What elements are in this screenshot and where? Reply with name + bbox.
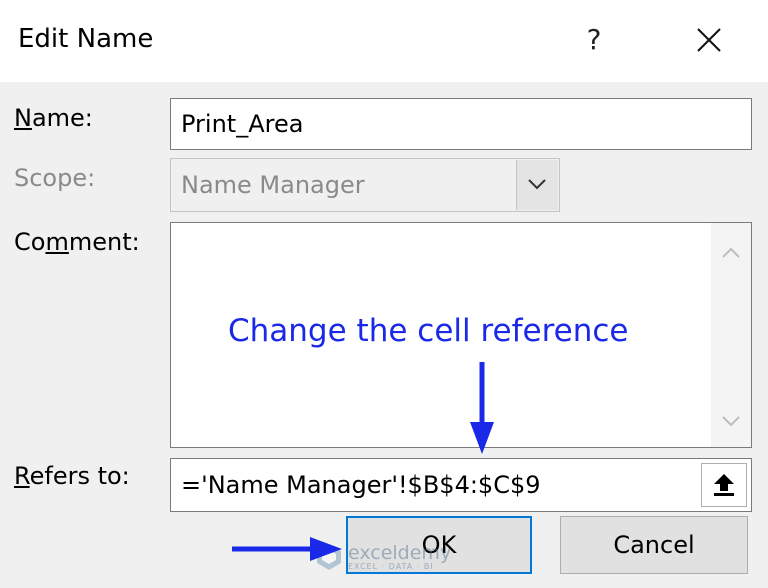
- refers-to-input[interactable]: ='Name Manager'!$B$4:$C$9: [170, 458, 752, 512]
- comment-label: Comment:: [14, 228, 140, 256]
- watermark-text: exceldemy: [348, 542, 452, 564]
- scroll-down-icon[interactable]: [711, 401, 751, 441]
- chevron-down-icon: [528, 179, 546, 190]
- scope-label: Scope:: [14, 164, 96, 192]
- watermark-subtext: EXCEL · DATA · BI: [348, 562, 434, 571]
- annotation-arrow-down-icon: [470, 362, 494, 454]
- cancel-button[interactable]: Cancel: [560, 516, 748, 574]
- dialog-title: Edit Name: [18, 24, 154, 54]
- help-button[interactable]: ?: [572, 18, 616, 62]
- comment-scrollbar[interactable]: [711, 223, 751, 447]
- edit-name-dialog: Edit Name ? Name: Print_Area Scope: Name…: [0, 0, 768, 588]
- upload-arrow-icon: [714, 474, 734, 496]
- annotation-text: Change the cell reference: [228, 313, 629, 349]
- scope-dropdown-button: [516, 160, 558, 210]
- collapse-dialog-button[interactable]: [701, 463, 747, 507]
- refers-to-label: Refers to:: [14, 462, 130, 490]
- name-input[interactable]: Print_Area: [170, 98, 752, 150]
- close-button[interactable]: [684, 18, 734, 62]
- refers-to-value: ='Name Manager'!$B$4:$C$9: [181, 471, 541, 499]
- name-label: Name:: [14, 104, 93, 132]
- close-icon: [697, 28, 721, 52]
- scope-dropdown: Name Manager: [170, 158, 560, 212]
- scroll-up-icon[interactable]: [711, 233, 751, 273]
- title-bar: Edit Name ?: [0, 0, 768, 82]
- annotation-arrow-right-icon: [232, 537, 342, 561]
- scope-value: Name Manager: [181, 171, 365, 199]
